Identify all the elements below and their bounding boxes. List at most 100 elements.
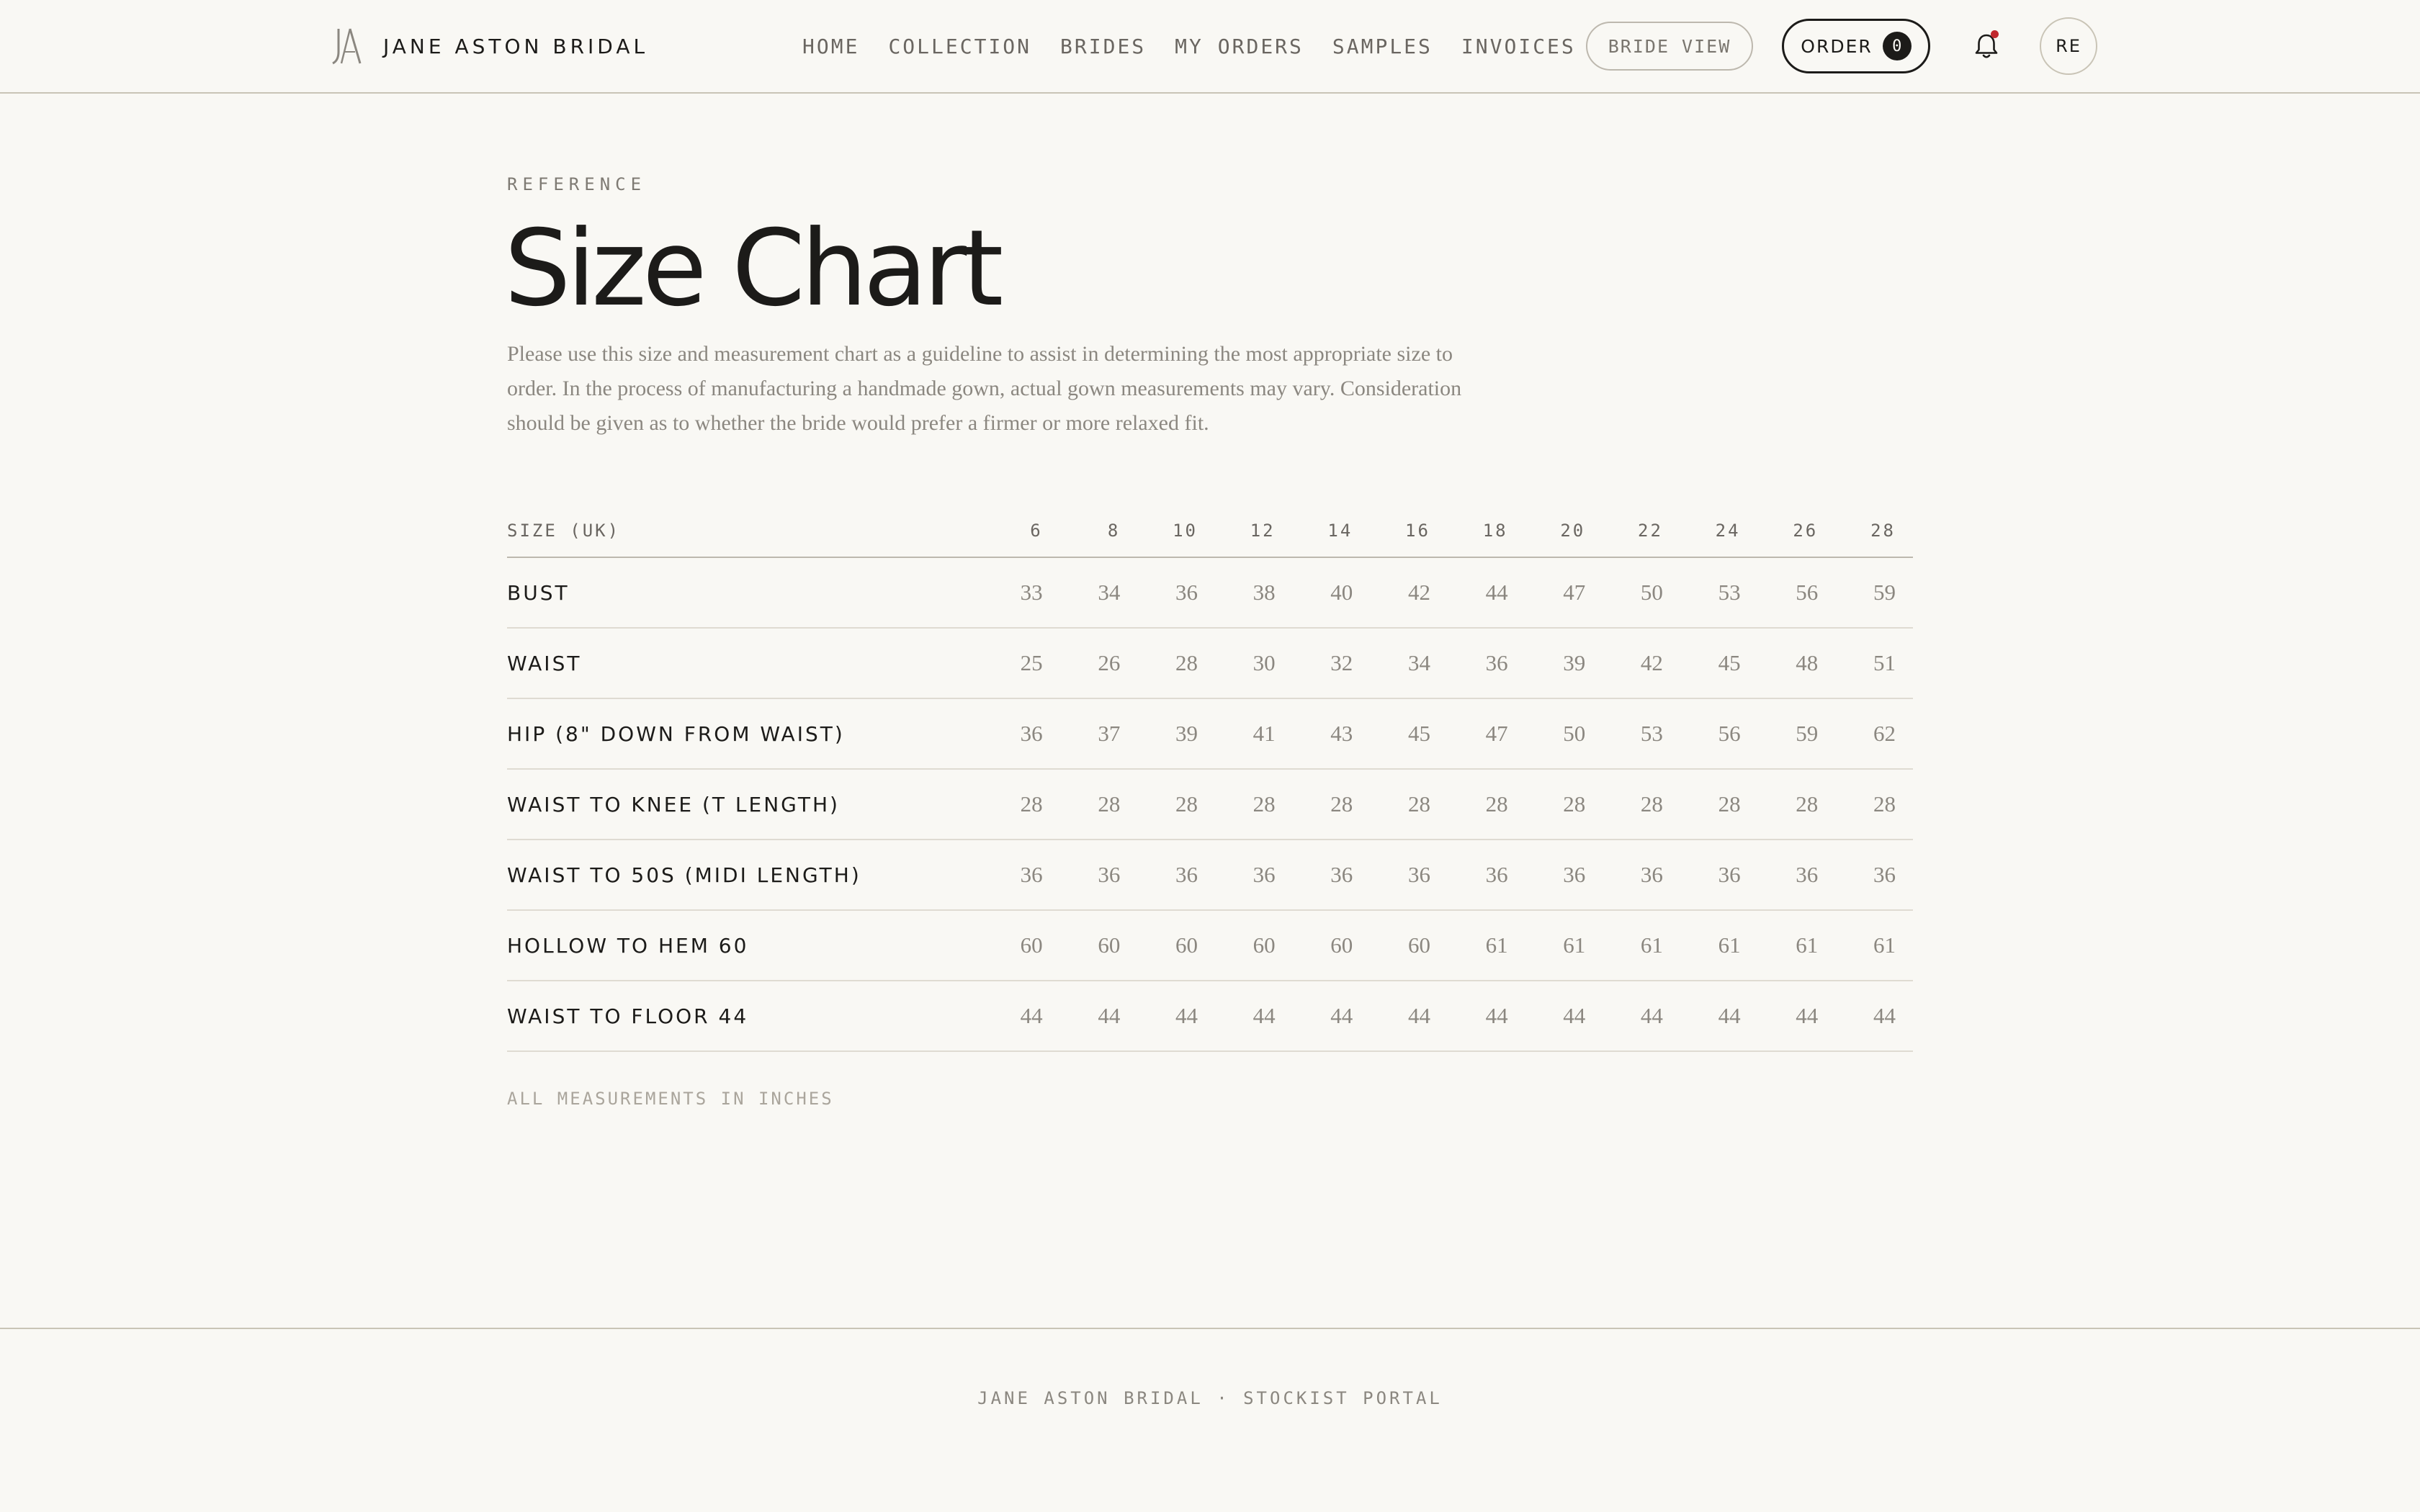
measurement-value: 44: [1447, 557, 1525, 629]
size-header: 12: [1214, 504, 1293, 558]
table-row: WAIST TO 50S (MIDI LENGTH) 36 36 36 36 36 36 36…: [507, 840, 1913, 911]
measurement-value: 28: [1680, 769, 1758, 840]
measurement-label: WAIST: [507, 628, 982, 699]
measurement-value: 45: [1680, 628, 1758, 699]
measurement-value: 28: [982, 769, 1060, 840]
measurement-value: 44: [1137, 981, 1215, 1052]
measurement-value: 44: [1059, 981, 1138, 1052]
measurement-value: 28: [1757, 769, 1836, 840]
measurement-value: 28: [1603, 769, 1680, 840]
intro-text: Please use this size and measurement cha…: [507, 342, 1462, 435]
nav-invoices[interactable]: INVOICES: [1461, 35, 1576, 58]
table-row: BUST 33 34 36 38 40 42 44 47 50 53 56 59: [507, 557, 1913, 629]
measurement-label: WAIST TO KNEE (T LENGTH): [507, 769, 982, 840]
table-row: WAIST TO KNEE (T LENGTH) 28 28 28 28 28 28 28 28…: [507, 769, 1913, 840]
size-header: 8: [1059, 504, 1138, 558]
measurement-value: 42: [1370, 557, 1448, 629]
nav-collection[interactable]: COLLECTION: [888, 35, 1031, 58]
measurement-value: 44: [1525, 981, 1603, 1052]
measurement-value: 36: [1137, 557, 1215, 629]
measurement-value: 36: [1835, 840, 1913, 911]
measurement-label: HOLLOW TO HEM 60: [507, 910, 982, 981]
measurement-value: 51: [1835, 628, 1913, 699]
measurement-value: 60: [1214, 910, 1293, 981]
size-header: 6: [982, 504, 1060, 558]
measurement-value: 36: [1603, 840, 1680, 911]
measurement-value: 60: [1137, 910, 1215, 981]
measurement-value: 44: [1447, 981, 1525, 1052]
measurement-value: 39: [1137, 698, 1215, 770]
measurement-note: ALL MEASUREMENTS IN INCHES: [507, 1089, 834, 1109]
brand-link[interactable]: JANE ASTON BRIDAL: [331, 26, 648, 66]
brand-name: JANE ASTON BRIDAL: [383, 34, 649, 58]
page-title: Size Chart: [504, 207, 1003, 330]
avatar[interactable]: RE: [2040, 17, 2097, 75]
measurement-value: 32: [1292, 628, 1371, 699]
measurement-value: 36: [982, 698, 1060, 770]
measurement-value: 44: [1603, 981, 1680, 1052]
measurement-value: 59: [1757, 698, 1836, 770]
measurement-value: 28: [1447, 769, 1525, 840]
measurement-value: 50: [1525, 698, 1603, 770]
measurement-value: 60: [1370, 910, 1448, 981]
order-button[interactable]: ORDER 0: [1782, 19, 1930, 73]
measurement-value: 36: [1059, 840, 1138, 911]
measurement-value: 56: [1680, 698, 1758, 770]
order-button-label: ORDER: [1801, 35, 1873, 57]
table-header-row: SIZE (UK) 6 8 10 12 14 16 18 20 22 24 26…: [507, 504, 1913, 558]
measurement-value: 26: [1059, 628, 1138, 699]
measurement-value: 41: [1214, 698, 1293, 770]
measurement-value: 28: [1525, 769, 1603, 840]
measurement-value: 28: [1137, 769, 1215, 840]
measurement-value: 61: [1525, 910, 1603, 981]
table-row: HOLLOW TO HEM 60 60 60 60 60 60 60 61 61 61 61 61 61: [507, 910, 1913, 981]
measurement-value: 36: [1447, 628, 1525, 699]
measurement-value: 59: [1835, 557, 1913, 629]
size-header: 28: [1835, 504, 1913, 558]
measurement-value: 28: [1214, 769, 1293, 840]
nav-my-orders[interactable]: MY ORDERS: [1175, 35, 1304, 58]
measurement-value: 61: [1757, 910, 1836, 981]
measurement-value: 60: [982, 910, 1060, 981]
measurement-value: 40: [1292, 557, 1371, 629]
measurement-value: 36: [1137, 840, 1215, 911]
measurement-value: 28: [1370, 769, 1448, 840]
measurement-value: 61: [1603, 910, 1680, 981]
measurement-value: 62: [1835, 698, 1913, 770]
measurement-value: 33: [982, 557, 1060, 629]
measurement-value: 44: [1680, 981, 1758, 1052]
measurement-value: 42: [1603, 628, 1680, 699]
size-chart-table: SIZE (UK) 6 8 10 12 14 16 18 20 22 24 26…: [507, 504, 1913, 1052]
measurement-value: 36: [1447, 840, 1525, 911]
nav-samples[interactable]: SAMPLES: [1332, 35, 1433, 58]
measurement-value: 36: [1525, 840, 1603, 911]
measurement-value: 61: [1835, 910, 1913, 981]
measurement-value: 39: [1525, 628, 1603, 699]
measurement-value: 44: [1292, 981, 1371, 1052]
measurement-value: 30: [1214, 628, 1293, 699]
measurement-value: 36: [1680, 840, 1758, 911]
measurement-value: 43: [1292, 698, 1371, 770]
nav-brides[interactable]: BRIDES: [1060, 35, 1146, 58]
size-header: 20: [1525, 504, 1603, 558]
measurement-value: 36: [1370, 840, 1448, 911]
measurement-value: 47: [1525, 557, 1603, 629]
top-header: JANE ASTON BRIDAL HOME COLLECTION BRIDES…: [0, 0, 2420, 94]
measurement-value: 28: [1137, 628, 1215, 699]
measurement-value: 34: [1059, 557, 1138, 629]
measurement-value: 36: [982, 840, 1060, 911]
footer-text: JANE ASTON BRIDAL · STOCKIST PORTAL: [977, 1388, 1443, 1408]
measurement-value: 36: [1757, 840, 1836, 911]
nav-home[interactable]: HOME: [802, 35, 859, 58]
size-column-header: SIZE (UK): [507, 504, 982, 558]
order-count-badge: 0: [1882, 32, 1912, 60]
bride-view-button[interactable]: BRIDE VIEW: [1586, 22, 1753, 71]
measurement-value: 38: [1214, 557, 1293, 629]
measurement-label: WAIST TO 50S (MIDI LENGTH): [507, 840, 982, 911]
size-header: 18: [1447, 504, 1525, 558]
measurement-value: 28: [1059, 769, 1138, 840]
measurement-value: 44: [1370, 981, 1448, 1052]
table-row: WAIST 25 26 28 30 32 34 36 39 42 45 48 51: [507, 628, 1913, 699]
size-header: 24: [1680, 504, 1758, 558]
measurement-value: 47: [1447, 698, 1525, 770]
